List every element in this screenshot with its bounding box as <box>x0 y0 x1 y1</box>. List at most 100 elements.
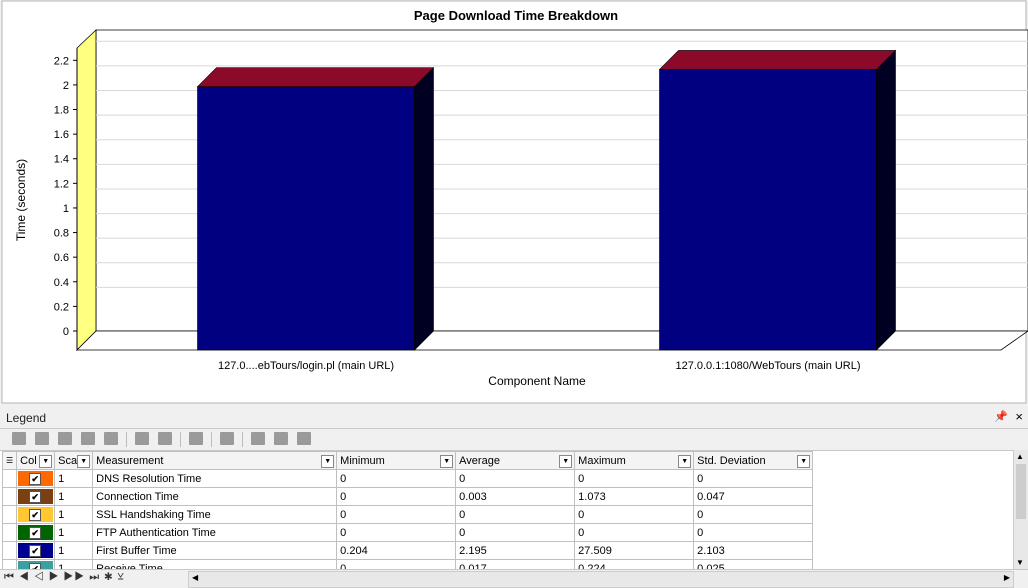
bar-top <box>660 50 896 69</box>
toolbar-button-6[interactable] <box>135 432 149 445</box>
horizontal-scrollbar[interactable]: ◀ ▶ <box>188 571 1014 588</box>
color-cell[interactable]: ✔ <box>17 470 55 488</box>
visibility-checkbox[interactable]: ✔ <box>29 473 41 485</box>
toolbar-button-9[interactable] <box>220 432 234 445</box>
column-header-average[interactable]: Average▼ <box>456 452 575 470</box>
average-cell: 0 <box>456 470 575 488</box>
scroll-right-icon[interactable]: ▶ <box>1004 573 1010 582</box>
bar-front <box>198 87 415 350</box>
toolbar-button-11[interactable] <box>274 432 288 445</box>
x-tick-label: 127.0.0.1:1080/WebTours (main URL) <box>675 360 860 372</box>
average-cell: 0 <box>456 524 575 542</box>
grid-header-row: ☰ Col▼ Sca▼ Measurement▼ Minimum▼ Averag… <box>3 452 813 470</box>
color-cell[interactable]: ✔ <box>17 524 55 542</box>
visibility-checkbox[interactable]: ✔ <box>29 545 41 557</box>
table-row[interactable]: ✔1FTP Authentication Time0000 <box>3 524 813 542</box>
std-deviation-cell: 2.103 <box>694 542 813 560</box>
bar-chart: 00.20.40.60.811.21.41.61.822.2127.0....e… <box>0 0 1028 404</box>
minimum-cell: 0.204 <box>337 542 456 560</box>
bar-side <box>877 50 896 350</box>
vertical-scrollbar[interactable]: ▲ ▼ <box>1013 450 1028 569</box>
chart-left-wall <box>77 30 96 350</box>
column-header-std-deviation[interactable]: Std. Deviation▼ <box>694 452 813 470</box>
scale-cell: 1 <box>55 542 93 560</box>
dropdown-icon: ▼ <box>559 455 572 468</box>
std-deviation-cell: 0 <box>694 470 813 488</box>
scroll-down-icon[interactable]: ▼ <box>1016 558 1024 567</box>
maximum-cell: 0 <box>575 524 694 542</box>
toolbar-button-8[interactable] <box>189 432 203 445</box>
row-selector[interactable] <box>3 470 17 488</box>
minimum-cell: 0 <box>337 470 456 488</box>
scale-cell: 1 <box>55 488 93 506</box>
toolbar-button-2[interactable] <box>35 432 49 445</box>
y-tick-label: 2.2 <box>54 55 69 67</box>
dropdown-icon: ▼ <box>77 455 90 468</box>
column-header-maximum[interactable]: Maximum▼ <box>575 452 694 470</box>
maximum-cell: 27.509 <box>575 542 694 560</box>
column-header-color[interactable]: Col▼ <box>17 452 55 470</box>
dropdown-icon: ▼ <box>39 455 52 468</box>
dropdown-icon: ▼ <box>321 455 334 468</box>
scroll-left-icon[interactable]: ◀ <box>192 573 198 582</box>
average-cell: 0 <box>456 506 575 524</box>
record-navigation-icons[interactable]: ⏮ ◀ ◁ ▶ ▶▶ ⏭ ✱ ⊻ <box>4 571 125 584</box>
y-tick-label: 1.2 <box>54 178 69 190</box>
column-header-measurement[interactable]: Measurement▼ <box>93 452 337 470</box>
y-tick-label: 0.4 <box>54 277 69 289</box>
visibility-checkbox[interactable]: ✔ <box>29 491 41 503</box>
row-selector[interactable] <box>3 524 17 542</box>
bar-top <box>198 68 434 87</box>
table-row[interactable]: ✔1Connection Time00.0031.0730.047 <box>3 488 813 506</box>
y-tick-label: 2 <box>63 80 69 92</box>
toolbar-button-12[interactable] <box>297 432 311 445</box>
toolbar-button-10[interactable] <box>251 432 265 445</box>
minimum-cell: 0 <box>337 488 456 506</box>
color-cell[interactable]: ✔ <box>17 488 55 506</box>
scale-cell: 1 <box>55 470 93 488</box>
column-header-minimum[interactable]: Minimum▼ <box>337 452 456 470</box>
filter-icon[interactable] <box>104 432 118 445</box>
column-chooser-icon[interactable]: ☰ <box>3 452 17 470</box>
measurement-cell: First Buffer Time <box>93 542 337 560</box>
measurement-cell: FTP Authentication Time <box>93 524 337 542</box>
toolbar-button-3[interactable] <box>58 432 72 445</box>
color-cell[interactable]: ✔ <box>17 506 55 524</box>
toolbar-button-4[interactable] <box>81 432 95 445</box>
average-cell: 2.195 <box>456 542 575 560</box>
scroll-thumb[interactable] <box>1016 464 1026 519</box>
chart-title: Page Download Time Breakdown <box>414 8 618 23</box>
maximum-cell: 1.073 <box>575 488 694 506</box>
toolbar-button-1[interactable] <box>12 432 26 445</box>
table-row[interactable]: ✔1SSL Handshaking Time0000 <box>3 506 813 524</box>
visibility-checkbox[interactable]: ✔ <box>29 509 41 521</box>
legend-grid: ☰ Col▼ Sca▼ Measurement▼ Minimum▼ Averag… <box>0 450 1014 570</box>
measurement-cell: DNS Resolution Time <box>93 470 337 488</box>
color-cell[interactable]: ✔ <box>17 542 55 560</box>
pin-icon[interactable]: 📌 <box>994 410 1008 423</box>
row-selector[interactable] <box>3 488 17 506</box>
scroll-up-icon[interactable]: ▲ <box>1016 452 1024 461</box>
y-tick-label: 1.4 <box>54 154 69 166</box>
row-selector[interactable] <box>3 506 17 524</box>
y-tick-label: 1 <box>63 203 69 215</box>
visibility-checkbox[interactable]: ✔ <box>29 527 41 539</box>
measurement-cell: Connection Time <box>93 488 337 506</box>
scale-cell: 1 <box>55 506 93 524</box>
minimum-cell: 0 <box>337 524 456 542</box>
legend-toolbar <box>0 428 1028 451</box>
legend-title: Legend <box>6 411 46 425</box>
minimum-cell: 0 <box>337 506 456 524</box>
maximum-cell: 0 <box>575 470 694 488</box>
row-selector[interactable] <box>3 542 17 560</box>
toolbar-button-7[interactable] <box>158 432 172 445</box>
close-icon[interactable]: × <box>1015 409 1023 424</box>
table-row[interactable]: ✔ 1First Buffer Time0.2042.19527.5092.103 <box>3 542 813 560</box>
x-tick-label: 127.0....ebTours/login.pl (main URL) <box>218 360 394 372</box>
chart-area: 00.20.40.60.811.21.41.61.822.2127.0....e… <box>0 0 1028 404</box>
y-axis-label: Time (seconds) <box>14 159 28 241</box>
column-header-scale[interactable]: Sca▼ <box>55 452 93 470</box>
table-row[interactable]: ✔1DNS Resolution Time0000 <box>3 470 813 488</box>
y-tick-label: 0.2 <box>54 301 69 313</box>
y-tick-label: 0.8 <box>54 228 69 240</box>
